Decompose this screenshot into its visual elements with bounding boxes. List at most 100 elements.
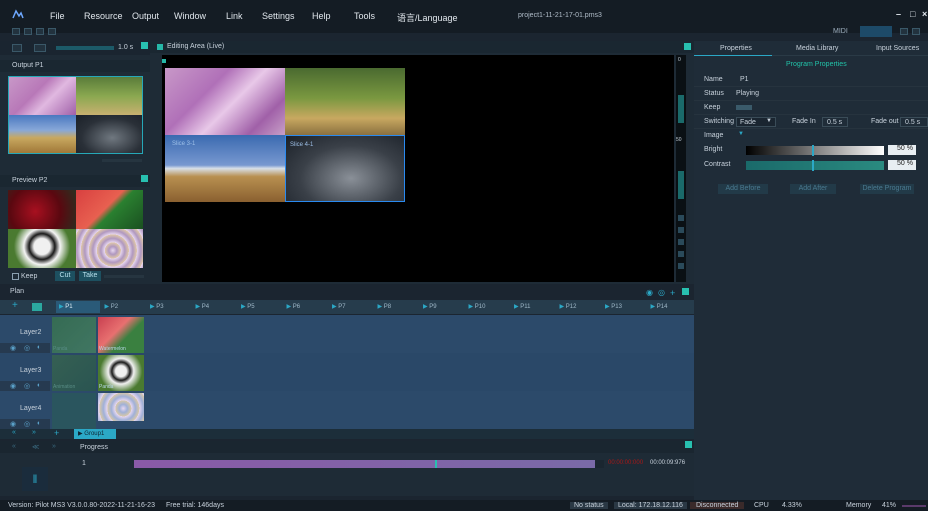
program-p14[interactable]: ▶ P14	[648, 301, 692, 313]
editing-canvas[interactable]: Slice 3-1 Slice 4-1 0 50	[162, 55, 686, 282]
slice-picnic[interactable]	[285, 68, 405, 135]
forward-icon[interactable]: »	[32, 429, 36, 436]
lock-icon[interactable]: ◐	[37, 344, 41, 351]
close-icon[interactable]: ×	[922, 9, 927, 19]
midi-label[interactable]: MIDI	[833, 28, 848, 35]
right-toolbar-icon-1[interactable]	[900, 28, 908, 35]
program-p4[interactable]: ▶ P4	[193, 301, 237, 313]
output-slider[interactable]	[56, 46, 114, 50]
menu-settings[interactable]: Settings	[262, 11, 295, 21]
slice-4-1[interactable]: Slice 4-1	[285, 135, 405, 202]
add-after-button[interactable]: Add After	[790, 184, 836, 194]
layer3-cell-p1[interactable]: Animation	[52, 355, 96, 391]
right-toolbar-icon-2[interactable]	[912, 28, 920, 35]
prev-icon[interactable]	[12, 44, 22, 52]
switching-select[interactable]: Fade ▼	[736, 117, 776, 127]
keep-checkbox[interactable]	[12, 273, 19, 280]
tab-properties[interactable]: Properties	[720, 45, 752, 52]
image-chevron-icon[interactable]: ▼	[738, 131, 744, 137]
add-group-icon[interactable]: +	[54, 428, 59, 438]
cut-button[interactable]: Cut	[55, 271, 75, 281]
program-p12[interactable]: ▶ P12	[557, 301, 601, 313]
zoom-icon-3[interactable]	[678, 239, 684, 245]
layer2-cell-p1[interactable]: Panda	[52, 317, 96, 353]
add-before-button[interactable]: Add Before	[718, 184, 768, 194]
output-toggle[interactable]	[141, 42, 148, 49]
rewind-icon[interactable]: «	[12, 429, 16, 436]
toolbar-icon-2[interactable]	[24, 28, 32, 35]
next-icon[interactable]: »	[52, 443, 56, 450]
bright-handle[interactable]	[812, 145, 814, 156]
menu-file[interactable]: File	[50, 11, 65, 21]
tab-media-library[interactable]: Media Library	[796, 45, 838, 52]
zoom-icon-2[interactable]	[678, 227, 684, 233]
program-p3[interactable]: ▶ P3	[147, 301, 191, 313]
name-value[interactable]: P1	[740, 76, 749, 83]
settings-icon[interactable]: ◉	[646, 288, 653, 297]
menu-help[interactable]: Help	[312, 11, 331, 21]
maximize-icon[interactable]: □	[910, 9, 915, 19]
ps-icon[interactable]	[34, 44, 46, 52]
program-p10[interactable]: ▶ P10	[466, 301, 510, 313]
midi-toggle[interactable]	[860, 26, 892, 37]
tab-input-sources[interactable]: Input Sources	[876, 45, 919, 52]
layer3-cell-p2[interactable]: Panda	[98, 355, 144, 391]
contrast-slider[interactable]	[746, 161, 884, 170]
output-duration[interactable]: 1.0 s	[118, 44, 133, 51]
record-icon[interactable]: ◎	[658, 288, 665, 297]
contrast-value[interactable]: 50 %	[888, 160, 916, 170]
program-p6[interactable]: ▶ P6	[284, 301, 328, 313]
audio-icon[interactable]: ◎	[24, 382, 30, 390]
layer4-cell-p1[interactable]	[52, 393, 96, 429]
eye-icon[interactable]: ◉	[10, 344, 16, 352]
preview-thumbnail[interactable]	[8, 190, 143, 268]
audio-icon[interactable]: ◎	[24, 344, 30, 352]
eye-icon[interactable]: ◉	[10, 382, 16, 390]
take-button[interactable]: Take	[79, 271, 101, 281]
prev-icon[interactable]: «	[12, 443, 16, 450]
slice-lilac[interactable]	[165, 68, 285, 135]
pause-button[interactable]: ‖	[22, 467, 48, 491]
add-layer-icon[interactable]: +	[12, 300, 18, 311]
progress-toggle[interactable]	[685, 441, 692, 448]
add-program-icon[interactable]: +	[670, 288, 675, 298]
zoom-icon-5[interactable]	[678, 263, 684, 269]
program-p9[interactable]: ▶ P9	[420, 301, 464, 313]
delete-program-button[interactable]: Delete Program	[860, 184, 914, 194]
output-thumbnail[interactable]	[8, 76, 143, 154]
group1-button[interactable]: ▶ Group1	[74, 429, 116, 439]
program-p7[interactable]: ▶ P7	[329, 301, 373, 313]
keep-toggle[interactable]	[736, 105, 752, 110]
bright-value[interactable]: 50 %	[888, 145, 916, 155]
contrast-handle[interactable]	[812, 160, 814, 171]
toolbar-icon-4[interactable]	[48, 28, 56, 35]
program-p5[interactable]: ▶ P5	[238, 301, 282, 313]
lock-icon[interactable]: ◐	[37, 382, 41, 389]
lock-icon[interactable]: ◐	[37, 420, 41, 427]
menu-resource[interactable]: Resource	[84, 11, 123, 21]
menu-language[interactable]: 语言/Language	[397, 11, 458, 24]
menu-window[interactable]: Window	[174, 11, 206, 21]
minimize-icon[interactable]: –	[896, 9, 901, 19]
layer4-cell-p2[interactable]	[98, 393, 144, 421]
layer2-cell-p2[interactable]: Watermelon	[98, 317, 144, 353]
toolbar-icon-3[interactable]	[36, 28, 44, 35]
prev2-icon[interactable]: ≪	[32, 443, 39, 451]
menu-output[interactable]: Output	[132, 11, 159, 21]
fade-in-input[interactable]: 0.5 s	[822, 117, 848, 127]
program-p11[interactable]: ▶ P11	[511, 301, 555, 313]
menu-tools[interactable]: Tools	[354, 11, 375, 21]
menu-link[interactable]: Link	[226, 11, 243, 21]
plan-toggle[interactable]	[682, 288, 689, 295]
zoom-icon-1[interactable]	[678, 215, 684, 221]
toolbar-icon-1[interactable]	[12, 28, 20, 35]
eye-icon[interactable]: ◉	[10, 420, 16, 428]
zoom-icon-4[interactable]	[678, 251, 684, 257]
program-p1[interactable]: ▶ P1	[56, 301, 100, 313]
layer-icon[interactable]	[32, 303, 42, 311]
fade-out-input[interactable]: 0.5 s	[900, 117, 928, 127]
slice-3-1[interactable]: Slice 3-1	[165, 135, 285, 202]
preview-toggle[interactable]	[141, 175, 148, 182]
bright-slider[interactable]	[746, 146, 884, 155]
editor-toggle[interactable]	[684, 43, 691, 50]
